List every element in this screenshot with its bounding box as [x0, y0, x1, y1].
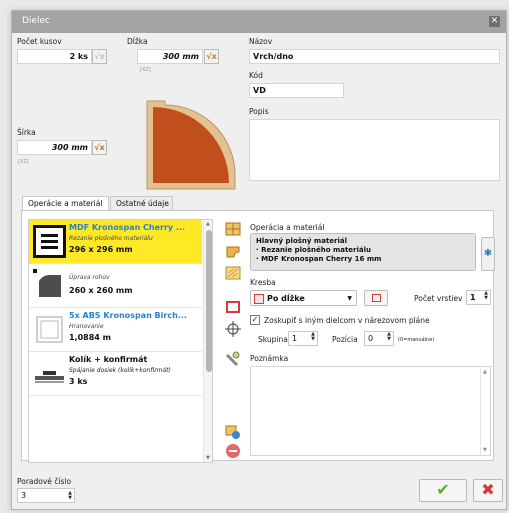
operations-scrollbar[interactable]: ▲ ▼: [203, 220, 212, 462]
part-preview-image: [146, 100, 236, 190]
gear-icon[interactable]: ✱: [481, 237, 495, 271]
rotate-grain-button[interactable]: [364, 290, 388, 306]
skupina-value: 1: [292, 334, 298, 343]
operation-value: 3 ks: [69, 377, 88, 386]
spinner-arrows[interactable]: ▲ ▼: [484, 291, 488, 301]
list-item[interactable]: Úprava rohov 260 x 260 mm: [29, 264, 202, 308]
operacia-material-box[interactable]: Hlavný plošný materiál · Rezanie plošnéh…: [250, 233, 476, 271]
spinner-arrows[interactable]: ▲ ▼: [68, 491, 72, 501]
add-edge-icon[interactable]: [225, 299, 241, 315]
sirka-label: Šírka: [17, 128, 36, 137]
pocet-vrstiev-label: Počet vrstiev: [414, 294, 463, 303]
dlzka-field[interactable]: 300 mm: [137, 49, 203, 64]
zoskupit-checkbox[interactable]: ✓: [250, 315, 260, 325]
nazov-field[interactable]: Vrch/dno: [249, 49, 500, 64]
poznamka-textarea[interactable]: ▲ ▼: [250, 366, 491, 456]
chevron-down-icon: ▼: [347, 295, 352, 302]
tab-operacie-material[interactable]: Operácie a materiál: [22, 196, 109, 210]
poradove-cislo-label: Poradové číslo: [17, 477, 72, 486]
list-item[interactable]: 5x ABS Kronospan Birch... Hranovanie 1,0…: [29, 308, 202, 352]
kresba-label: Kresba: [250, 278, 276, 287]
operation-title: Kolík + konfirmát: [69, 355, 148, 364]
sirka-formula-button[interactable]: √x: [92, 140, 107, 155]
poznamka-label: Poznámka: [250, 354, 289, 363]
add-hardware-icon[interactable]: [225, 351, 241, 367]
operation-title: 5x ABS Kronospan Birch...: [69, 311, 187, 320]
pocet-vrstiev-spinner[interactable]: 1 ▲ ▼: [466, 290, 491, 305]
operation-value: 260 x 260 mm: [69, 286, 133, 295]
dlzka-code: [XZ]: [140, 67, 151, 73]
grain-rotate-icon: [372, 294, 381, 302]
nazov-label: Názov: [249, 37, 273, 46]
pocet-kusov-label: Počet kusov: [17, 37, 62, 46]
pozicia-note: (0=manuálne): [398, 337, 435, 343]
pozicia-value: 0: [368, 334, 374, 343]
grain-icon: [254, 294, 264, 304]
tab-panel: MDF Kronospan Cherry ... Rezanie plošnéh…: [21, 210, 495, 463]
poradove-cislo-value: 3: [21, 491, 27, 500]
close-button[interactable]: ✕: [489, 16, 500, 27]
poznamka-scrollbar[interactable]: ▲ ▼: [480, 367, 490, 455]
operacia-material-label: Operácia a materiál: [250, 223, 325, 232]
dlzka-label: Dĺžka: [127, 37, 148, 46]
corner-edit-icon: [33, 269, 61, 297]
spinner-arrows[interactable]: ▲ ▼: [387, 332, 391, 342]
edge-banding-icon: [36, 316, 63, 343]
operations-list[interactable]: MDF Kronospan Cherry ... Rezanie plošnéh…: [28, 219, 213, 463]
tab-ostatne-udaje[interactable]: Ostatné údaje: [110, 196, 173, 210]
dowel-connector-icon: [35, 371, 64, 383]
cancel-button[interactable]: ✖: [473, 479, 503, 502]
operation-detail-line: · Rezanie plošného materiálu: [256, 246, 372, 254]
kresba-value: Po dĺžke: [267, 294, 305, 303]
window-title: Dielec: [22, 16, 50, 26]
add-panel-icon[interactable]: [225, 221, 241, 237]
panel-cut-icon: [33, 225, 66, 258]
skupina-spinner[interactable]: 1 ▲ ▼: [288, 331, 318, 346]
dlzka-formula-button[interactable]: √x: [204, 49, 219, 64]
zoskupit-label: Zoskupiť s iným dielcom v nárezovom plán…: [264, 316, 430, 325]
operation-value: 296 x 296 mm: [69, 245, 133, 254]
dielec-dialog: Dielec ✕ Počet kusov 2 ks √x Dĺžka 300 m…: [11, 10, 507, 510]
operation-value: 1,0884 m: [69, 333, 111, 342]
kresba-select[interactable]: Po dĺžke ▼: [250, 290, 357, 306]
list-item[interactable]: MDF Kronospan Cherry ... Rezanie plošnéh…: [29, 220, 202, 264]
list-item[interactable]: Kolík + konfirmát Spájanie dosiek (kolík…: [29, 352, 202, 396]
operation-subtitle: Hranovanie: [69, 323, 104, 330]
operation-subtitle: Úprava rohov: [69, 274, 110, 281]
kod-label: Kód: [249, 71, 263, 80]
ok-button[interactable]: ✔: [419, 479, 467, 502]
operation-settings-icon[interactable]: [225, 424, 241, 440]
title-bar: Dielec ✕: [12, 11, 506, 33]
operation-title: MDF Kronospan Cherry ...: [69, 223, 186, 232]
spinner-arrows[interactable]: ▲ ▼: [311, 332, 315, 342]
add-drilling-icon[interactable]: [225, 321, 241, 337]
popis-textarea[interactable]: [249, 119, 500, 181]
operation-subtitle: Rezanie plošného materiálu: [69, 235, 153, 242]
skupina-label: Skupina: [258, 335, 288, 344]
sirka-field[interactable]: 300 mm: [17, 140, 92, 155]
sirka-code: [XZ]: [18, 159, 29, 165]
pozicia-label: Pozícia: [332, 335, 358, 344]
add-corner-icon[interactable]: [225, 243, 241, 259]
remove-operation-icon[interactable]: [225, 443, 241, 459]
pocet-kusov-field[interactable]: 2 ks: [17, 49, 92, 64]
operation-detail-line: Hlavný plošný materiál: [256, 237, 347, 245]
pocet-kusov-formula-button[interactable]: √x: [92, 49, 107, 64]
operation-subtitle: Spájanie dosiek (kolík+konfirmát): [69, 367, 171, 374]
popis-label: Popis: [249, 107, 269, 116]
add-texture-icon[interactable]: [225, 265, 241, 281]
pozicia-spinner[interactable]: 0 ▲ ▼: [364, 331, 394, 346]
pocet-vrstiev-value: 1: [470, 293, 476, 302]
kod-field[interactable]: VD: [249, 83, 344, 98]
scroll-thumb[interactable]: [206, 230, 212, 372]
operation-detail-line: · MDF Kronospan Cherry 16 mm: [256, 255, 382, 263]
poradove-cislo-spinner[interactable]: 3 ▲ ▼: [17, 488, 75, 503]
